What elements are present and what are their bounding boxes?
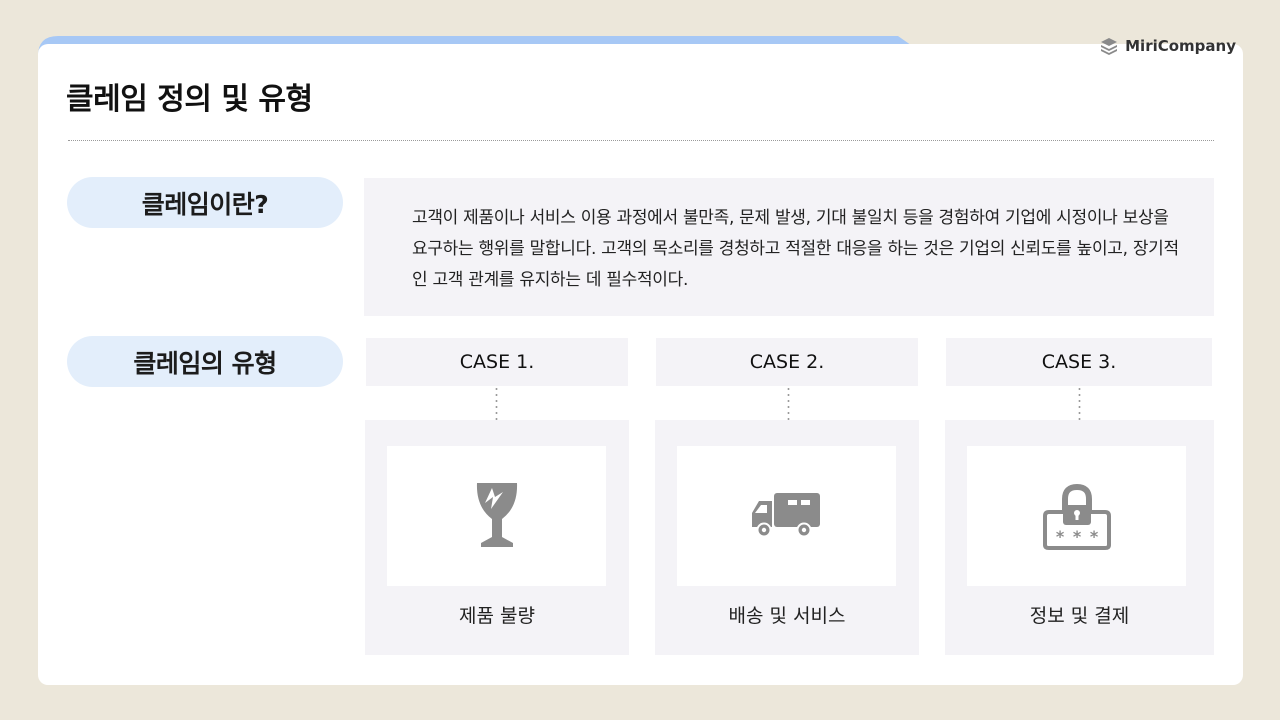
definition-box: 고객이 제품이나 서비스 이용 과정에서 불만족, 문제 발생, 기대 불일치 … [364,178,1214,316]
password-lock-icon: * * * [1042,483,1111,550]
broken-glass-icon [476,483,517,547]
delivery-truck-icon [751,493,820,538]
definition-label-pill: 클레임이란? [67,177,343,228]
case-3-label: 정보 및 결제 [1029,605,1130,627]
case-1-label: 제품 불량 [459,605,535,627]
brand-name: MiriCompany [1125,37,1236,55]
case-2-card: 배송 및 서비스 [655,420,919,655]
page-title: 클레임 정의 및 유형 [66,82,313,117]
svg-text:*: * [1055,527,1064,546]
case-3-icon-panel: * * * [967,446,1186,586]
case-1-icon-panel [387,446,606,586]
case-1-heading: CASE 1. [366,338,628,386]
title-divider [68,140,1214,141]
case-2-heading: CASE 2. [656,338,918,386]
stack-icon [1101,38,1118,55]
case-2-icon-panel [677,446,896,586]
case-2-label: 배송 및 서비스 [728,605,846,627]
svg-text:*: * [1072,527,1081,546]
case-1-card: 제품 불량 [365,420,629,655]
types-label-pill: 클레임의 유형 [67,336,343,387]
svg-text:*: * [1089,527,1098,546]
definition-text: 고객이 제품이나 서비스 이용 과정에서 불만족, 문제 발생, 기대 불일치 … [412,208,1179,290]
case-3-heading: CASE 3. [946,338,1212,386]
brand-logo: MiriCompany [1099,36,1236,56]
case-3-card: * * * 정보 및 결제 [945,420,1214,655]
